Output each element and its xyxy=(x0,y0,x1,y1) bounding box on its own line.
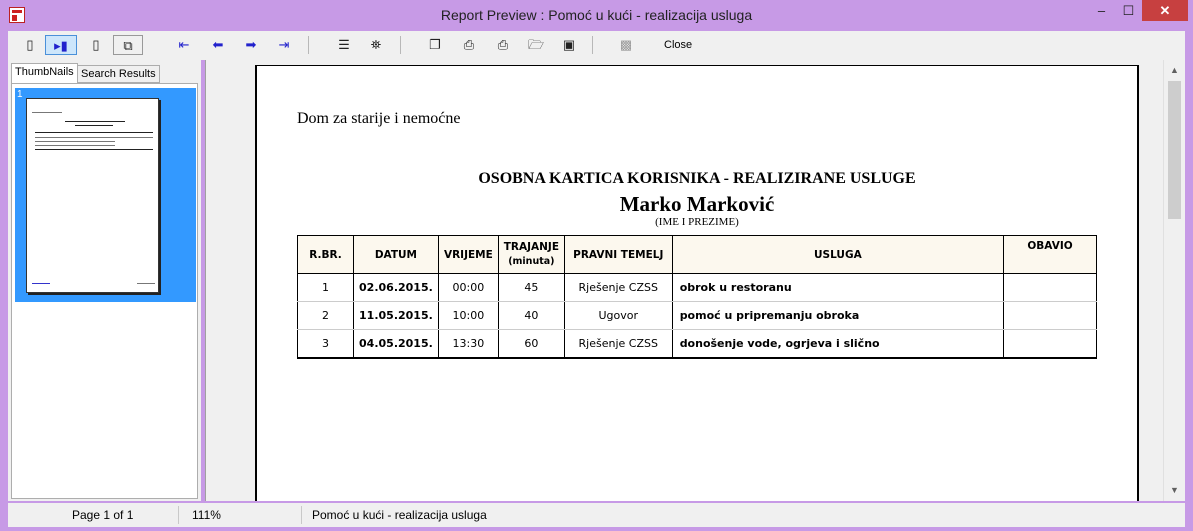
status-zoom: 111% xyxy=(192,508,221,522)
cell-trajanje: 60 xyxy=(497,329,565,359)
cell-trajanje: 40 xyxy=(497,301,565,330)
cell-rbr: 2 xyxy=(297,301,354,330)
report-title: OSOBNA KARTICA KORISNIKA - REALIZIRANE U… xyxy=(478,170,916,187)
table-header-row: R.BR. DATUM VRIJEME TRAJANJE (minuta) PRA… xyxy=(297,235,1097,274)
cell-datum: 02.06.2015. xyxy=(352,273,439,302)
navigation-panel: ThumbNails Search Results 1 xyxy=(8,60,201,501)
report-preview-area[interactable]: Dom za starije i nemoćne OSOBNA KARTICA … xyxy=(205,60,1185,501)
thumbnail-page-preview xyxy=(26,98,159,293)
minimize-button[interactable]: – xyxy=(1088,0,1115,21)
close-window-button[interactable]: ✕ xyxy=(1142,0,1188,21)
status-bar: Page 1 of 1 111% Pomoć u kući - realizac… xyxy=(8,503,1185,527)
cell-pravni-temelj: Ugovor xyxy=(563,301,673,330)
open-folder-icon[interactable]: 🗁 xyxy=(526,35,546,55)
page-width-icon[interactable]: ▸▮ xyxy=(45,35,77,55)
toolbar-separator xyxy=(308,36,309,54)
column-header-pravni-temelj: PRAVNI TEMELJ xyxy=(563,235,673,274)
table-row: 2 11.05.2015. 10:00 40 Ugovor pomoć u pr… xyxy=(297,301,1097,330)
column-header-trajanje: TRAJANJE (minuta) xyxy=(497,235,565,274)
single-page-icon[interactable]: ▯ xyxy=(20,35,40,55)
multi-page-icon[interactable]: ⧉ xyxy=(113,35,143,55)
title-bar[interactable]: Report Preview : Pomoć u kući - realizac… xyxy=(0,0,1193,31)
last-page-icon[interactable]: ⇥ xyxy=(274,35,294,55)
cell-vrijeme: 13:30 xyxy=(437,329,499,359)
cell-obavio xyxy=(1003,301,1097,330)
maximize-button[interactable]: ☐ xyxy=(1115,0,1142,21)
cell-obavio xyxy=(1003,273,1097,302)
cell-datum: 04.05.2015. xyxy=(352,329,439,359)
vertical-scrollbar[interactable]: ▲ ▼ xyxy=(1163,60,1185,501)
thumbnail-list[interactable]: 1 xyxy=(11,83,198,499)
trajanje-label: TRAJANJE xyxy=(503,241,559,253)
copy-icon[interactable]: ❐ xyxy=(425,35,445,55)
person-name: Marko Marković xyxy=(619,192,775,216)
scroll-down-icon[interactable]: ▼ xyxy=(1164,482,1185,499)
tab-thumbnails[interactable]: ThumbNails xyxy=(11,63,78,84)
first-page-icon[interactable]: ⇤ xyxy=(174,35,194,55)
thumbnail-item[interactable]: 1 xyxy=(15,88,196,302)
status-report-name: Pomoć u kući - realizacija usluga xyxy=(312,508,487,522)
cell-pravni-temelj: Rješenje CZSS xyxy=(563,273,673,302)
save-icon[interactable]: ▣ xyxy=(559,35,579,55)
cell-rbr: 1 xyxy=(297,273,354,302)
column-header-vrijeme: VRIJEME xyxy=(437,235,499,274)
status-separator xyxy=(301,506,302,524)
status-page: Page 1 of 1 xyxy=(72,508,134,522)
cell-trajanje: 45 xyxy=(497,273,565,302)
window-title: Report Preview : Pomoć u kući - realizac… xyxy=(440,7,753,23)
cell-pravni-temelj: Rješenje CZSS xyxy=(563,329,673,359)
scroll-up-icon[interactable]: ▲ xyxy=(1164,62,1185,79)
column-header-obavio: OBAVIO xyxy=(1003,235,1097,274)
toolbar-separator xyxy=(400,36,401,54)
column-header-datum: DATUM xyxy=(352,235,439,274)
trajanje-unit: (minuta) xyxy=(508,256,555,267)
find-binoculars-icon[interactable]: ⛯ xyxy=(366,35,386,55)
column-header-usluga: USLUGA xyxy=(671,235,1005,274)
cell-datum: 11.05.2015. xyxy=(352,301,439,330)
cell-obavio xyxy=(1003,329,1097,359)
print-icon[interactable]: ⎙ xyxy=(493,35,513,55)
table-row: 3 04.05.2015. 13:30 60 Rješenje CZSS don… xyxy=(297,329,1097,359)
goto-page-icon[interactable]: ☰ xyxy=(334,35,354,55)
cell-usluga: donošenje vode, ogrjeva i slično xyxy=(671,329,1005,359)
report-page: Dom za starije i nemoćne OSOBNA KARTICA … xyxy=(255,65,1139,501)
whole-page-icon[interactable]: ▯ xyxy=(86,35,106,55)
table-row: 1 02.06.2015. 00:00 45 Rješenje CZSS obr… xyxy=(297,273,1097,302)
cell-vrijeme: 00:00 xyxy=(437,273,499,302)
toolbar-separator xyxy=(592,36,593,54)
cell-rbr: 3 xyxy=(297,329,354,359)
print-setup-icon[interactable]: ⎙ xyxy=(459,35,479,55)
export-icon[interactable]: ▩ xyxy=(616,35,636,55)
next-page-icon[interactable]: ➡ xyxy=(241,35,261,55)
status-separator xyxy=(178,506,179,524)
cell-usluga: pomoć u pripremanju obroka xyxy=(671,301,1005,330)
close-button[interactable]: Close xyxy=(664,39,692,51)
column-header-rbr: R.BR. xyxy=(297,235,354,274)
thumbnail-page-number: 1 xyxy=(17,89,23,100)
tab-search-results[interactable]: Search Results xyxy=(77,65,160,83)
previous-page-icon[interactable]: ⬅ xyxy=(208,35,228,55)
services-table: R.BR. DATUM VRIJEME TRAJANJE (minuta) PRA… xyxy=(297,235,1097,359)
cell-usluga: obrok u restoranu xyxy=(671,273,1005,302)
organization-name: Dom za starije i nemoćne xyxy=(297,110,461,127)
cell-vrijeme: 10:00 xyxy=(437,301,499,330)
scroll-thumb[interactable] xyxy=(1168,81,1181,219)
person-name-caption: (IME I PREZIME) xyxy=(655,216,739,228)
report-preview-window: Report Preview : Pomoć u kući - realizac… xyxy=(0,0,1193,531)
toolbar: ▯ ▸▮ ▯ ⧉ ⇤ ⬅ ➡ ⇥ ☰ ⛯ ❐ ⎙ ⎙ 🗁 ▣ ▩ Close xyxy=(8,31,1185,60)
